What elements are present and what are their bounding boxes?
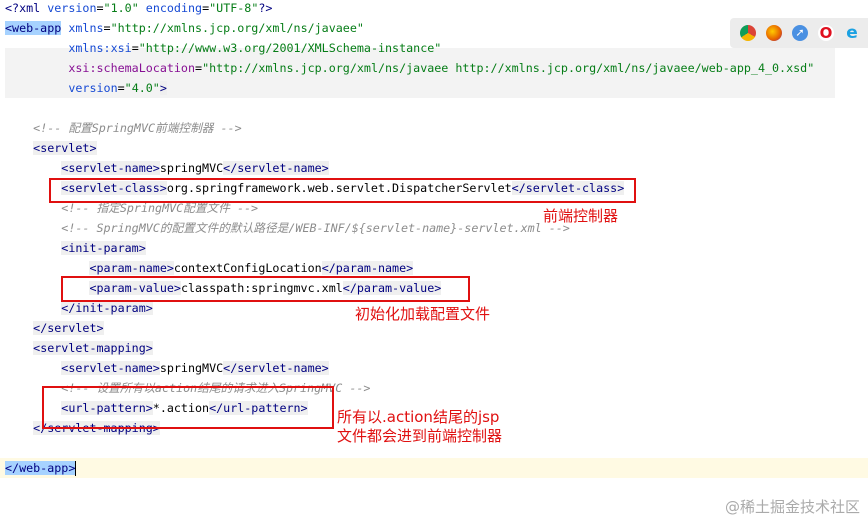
code-token-tag: <init-param>: [61, 241, 146, 255]
code-line[interactable]: <param-name>contextConfigLocation</param…: [0, 258, 868, 278]
annotation-action-line2: 文件都会进到前端控制器: [337, 427, 503, 445]
code-token-tag: </servlet-name>: [223, 361, 329, 375]
chrome-icon[interactable]: [740, 25, 756, 41]
code-line[interactable]: <init-param>: [0, 238, 868, 258]
code-token-val: "UTF-8": [209, 1, 259, 15]
code-token-attr: xmlns: [68, 21, 104, 35]
firefox-icon[interactable]: [766, 25, 782, 41]
code-line[interactable]: <servlet-mapping>: [0, 338, 868, 358]
code-line[interactable]: <servlet>: [0, 138, 868, 158]
highlight-box-param-value: [61, 276, 470, 302]
code-token-pi: <?xml: [5, 1, 48, 15]
code-token-pi: ?>: [258, 1, 273, 15]
code-token-text: springMVC: [159, 161, 224, 175]
code-token-val: "1.0": [103, 1, 139, 15]
code-token-tag: </servlet>: [33, 321, 104, 335]
code-token-tag: </init-param>: [61, 301, 153, 315]
code-line[interactable]: <servlet-name>springMVC</servlet-name>: [0, 358, 868, 378]
code-token-val: "4.0": [124, 81, 160, 95]
code-token-tag: </servlet-name>: [223, 161, 329, 175]
annotation-init-config: 初始化加载配置文件: [355, 305, 491, 323]
code-token-ns: xsi:schemaLocation: [68, 61, 196, 75]
code-token-comment: <!-- 指定SpringMVC配置文件 -->: [61, 201, 259, 215]
code-token-tagsel: <web-app: [5, 21, 62, 35]
code-line[interactable]: xsi:schemaLocation="http://xmlns.jcp.org…: [0, 58, 868, 78]
code-token-text: springMVC: [159, 361, 224, 375]
code-token-tag: >: [159, 81, 167, 95]
code-line[interactable]: [0, 98, 868, 118]
code-token-tag: </param-name>: [321, 261, 414, 275]
code-token-text: =: [96, 1, 104, 15]
code-token-tag: <servlet-name>: [61, 161, 160, 175]
code-token-tag: <servlet-name>: [61, 361, 160, 375]
code-token-tagsel: </web-app>: [5, 461, 76, 475]
code-token-text: =: [117, 81, 125, 95]
annotation-action-line1: 所有以.action结尾的jsp: [337, 408, 500, 426]
code-token-comment: <!-- SpringMVC的配置文件的默认路径是/WEB-INF/${serv…: [61, 221, 570, 235]
code-line[interactable]: <!-- 配置SpringMVC前端控制器 -->: [0, 118, 868, 138]
code-token-tag: <servlet-mapping>: [33, 341, 153, 355]
annotation-front-controller: 前端控制器: [543, 207, 619, 225]
ie-icon[interactable]: e: [844, 25, 860, 42]
code-token-val: "http://www.w3.org/2001/XMLSchema-instan…: [138, 41, 442, 55]
code-token-text: =: [195, 61, 203, 75]
code-token-text: =: [103, 21, 111, 35]
code-token-attr: version: [47, 1, 97, 15]
code-token-val: "http://xmlns.jcp.org/xml/ns/javaee": [110, 21, 364, 35]
highlight-box-servlet-class: [49, 178, 636, 203]
code-token-val: "http://xmlns.jcp.org/xml/ns/javaee http…: [202, 61, 815, 75]
code-line[interactable]: <servlet-name>springMVC</servlet-name>: [0, 158, 868, 178]
code-token-tag: <param-name>: [89, 261, 174, 275]
code-token-text: =: [131, 41, 139, 55]
code-line[interactable]: <?xml version="1.0" encoding="UTF-8"?>: [0, 0, 868, 18]
highlight-box-url-pattern: [42, 386, 334, 429]
safari-icon[interactable]: ➚: [792, 25, 808, 41]
code-line[interactable]: </web-app>: [0, 458, 868, 478]
watermark: @稀土掘金技术社区: [724, 498, 860, 516]
code-token-attr: version: [68, 81, 118, 95]
code-token-text: contextConfigLocation: [173, 261, 322, 275]
code-token-attr: encoding: [145, 1, 203, 15]
browser-preview-bar: ➚ O e: [730, 18, 868, 48]
code-token-tag: <servlet>: [33, 141, 97, 155]
code-token-comment: <!-- 配置SpringMVC前端控制器 -->: [33, 121, 242, 135]
opera-icon[interactable]: O: [818, 25, 834, 41]
text-cursor: [75, 461, 77, 476]
code-token-attr: xmlns:xsi: [68, 41, 132, 55]
code-line[interactable]: version="4.0">: [0, 78, 868, 98]
code-line[interactable]: <!-- SpringMVC的配置文件的默认路径是/WEB-INF/${serv…: [0, 218, 868, 238]
